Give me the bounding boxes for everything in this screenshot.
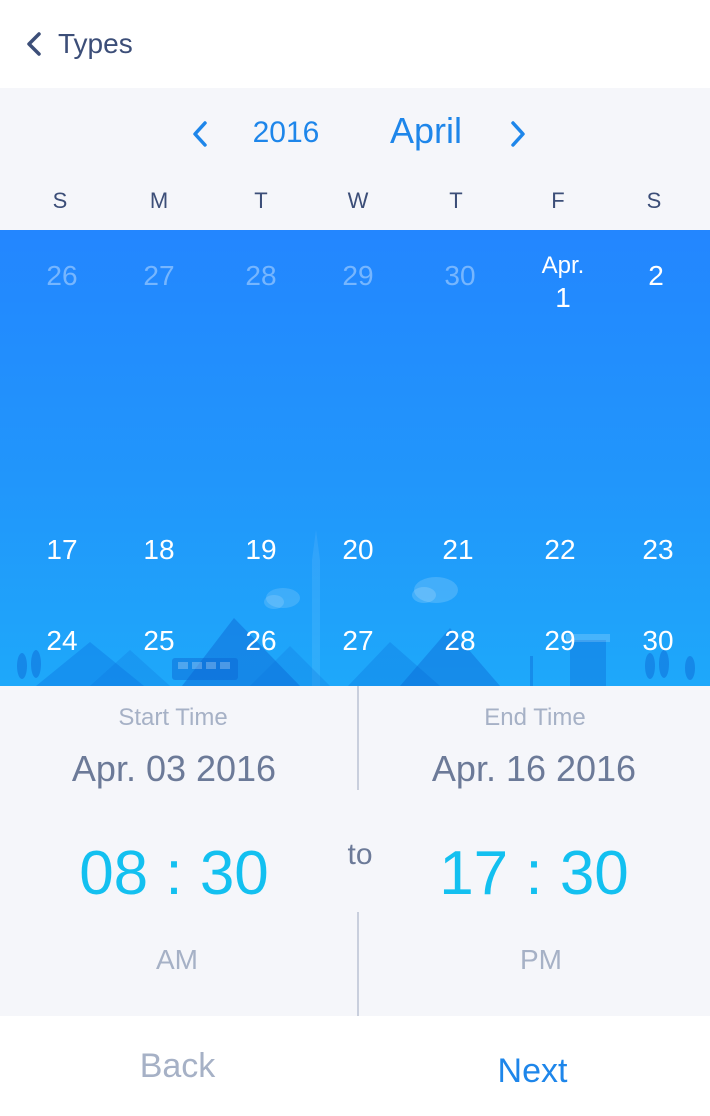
month-abbrev-label: Apr. (541, 252, 585, 279)
back-button[interactable]: Back (0, 1016, 355, 1116)
weekday-label: T (449, 188, 463, 213)
divider (357, 912, 359, 1016)
chevron-right-icon[interactable] (506, 114, 530, 154)
day-cell[interactable]: 27 (313, 625, 403, 657)
day-cell[interactable]: 2 (611, 260, 701, 292)
day-cell[interactable]: 20 (313, 534, 403, 566)
day-cell[interactable]: 30 (613, 625, 703, 657)
end-time-label: End Time (484, 704, 586, 731)
end-date-value[interactable]: Apr. 16 2016 (364, 748, 704, 790)
weekday-header: S M T W T F S (0, 188, 710, 216)
divider (357, 686, 359, 790)
day-cell[interactable]: 26 (17, 260, 107, 292)
day-cell[interactable]: 21 (413, 534, 503, 566)
chevron-left-icon[interactable] (188, 114, 212, 154)
weekday-label: F (551, 188, 565, 213)
year-selector[interactable]: 2016 (226, 116, 346, 150)
next-button[interactable]: Next (355, 1016, 710, 1116)
start-period-am[interactable]: AM (27, 944, 327, 976)
weekday-label: T (254, 188, 268, 213)
calendar-header: 2016 April S M T W T F S (0, 88, 710, 230)
day-cell[interactable]: 26 (216, 625, 306, 657)
day-number: 1 (555, 282, 571, 313)
day-cell[interactable]: 19 (216, 534, 306, 566)
top-bar: Types (0, 0, 710, 88)
month-navigation: 2016 April (0, 110, 710, 154)
day-cell-first-of-month[interactable]: Apr. 1 (518, 250, 608, 314)
weekday-label: S (646, 188, 662, 213)
day-cell[interactable]: 29 (313, 260, 403, 292)
footer-actions: Back Next (0, 1016, 710, 1116)
chevron-left-icon[interactable] (24, 31, 44, 57)
day-cell[interactable]: 18 (114, 534, 204, 566)
end-time-value[interactable]: 17 : 30 (364, 838, 704, 909)
day-cell[interactable]: 24 (17, 625, 107, 657)
day-cell[interactable]: 28 (216, 260, 306, 292)
date-range-picker-screen: Types 2016 April S M T W T F S 26 27 28 … (0, 0, 710, 1116)
start-time-label: Start Time (118, 704, 228, 731)
calendar-grid: 26 27 28 29 30 Apr. 1 2 17 18 19 20 21 2… (0, 230, 710, 686)
month-selector[interactable]: April (366, 110, 486, 152)
day-cell[interactable]: 17 (17, 534, 107, 566)
day-cell[interactable]: 23 (613, 534, 703, 566)
day-cell[interactable]: 28 (415, 625, 505, 657)
day-cell[interactable]: 25 (114, 625, 204, 657)
weekday-label: M (149, 188, 169, 213)
start-date-value[interactable]: Apr. 03 2016 (4, 748, 344, 790)
day-cell[interactable]: 22 (515, 534, 605, 566)
weekday-label: S (52, 188, 68, 213)
day-cell[interactable]: 29 (515, 625, 605, 657)
start-time-value[interactable]: 08 : 30 (4, 838, 344, 909)
day-cell[interactable]: 30 (415, 260, 505, 292)
back-to-types-link[interactable]: Types (58, 28, 133, 60)
day-cell[interactable]: 27 (114, 260, 204, 292)
end-period-pm[interactable]: PM (391, 944, 691, 976)
time-range-panel: Start Time End Time Apr. 03 2016 Apr. 16… (0, 686, 710, 1016)
weekday-label: W (347, 188, 369, 213)
